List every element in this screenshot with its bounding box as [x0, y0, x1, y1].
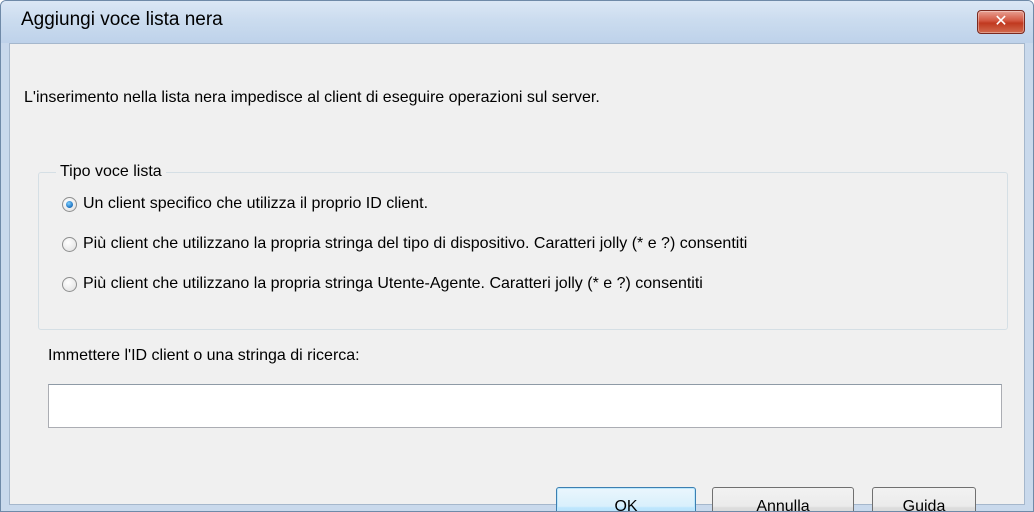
dialog-window: Aggiungi voce lista nera ✕ L'inserimento…	[0, 0, 1034, 512]
radio-label: Più client che utilizzano la propria str…	[83, 235, 748, 252]
radio-option-device-type[interactable]: Più client che utilizzano la propria str…	[62, 233, 747, 255]
window-title: Aggiungi voce lista nera	[21, 9, 223, 30]
close-button[interactable]: ✕	[977, 10, 1025, 34]
search-field-label: Immettere l'ID client o una stringa di r…	[48, 347, 360, 364]
ok-button[interactable]: OK	[556, 487, 696, 511]
radio-button-checked[interactable]	[62, 196, 77, 212]
radio-label: Più client che utilizzano la propria str…	[83, 275, 703, 292]
dialog-body: L'inserimento nella lista nera impedisce…	[9, 43, 1025, 511]
help-button[interactable]: Guida	[872, 487, 976, 511]
radio-option-user-agent[interactable]: Più client che utilizzano la propria str…	[62, 273, 703, 295]
radio-option-client-id[interactable]: Un client specifico che utilizza il prop…	[62, 193, 428, 215]
cancel-button[interactable]: Annulla	[712, 487, 854, 511]
radio-button[interactable]	[62, 236, 77, 252]
radio-button[interactable]	[62, 276, 77, 292]
close-icon: ✕	[994, 13, 1008, 30]
client-id-search-input[interactable]	[48, 384, 1002, 428]
description-text: L'inserimento nella lista nera impedisce…	[24, 89, 600, 106]
title-bar: Aggiungi voce lista nera ✕	[1, 1, 1033, 43]
radio-label: Un client specifico che utilizza il prop…	[83, 195, 429, 212]
list-type-legend: Tipo voce lista	[56, 163, 166, 181]
